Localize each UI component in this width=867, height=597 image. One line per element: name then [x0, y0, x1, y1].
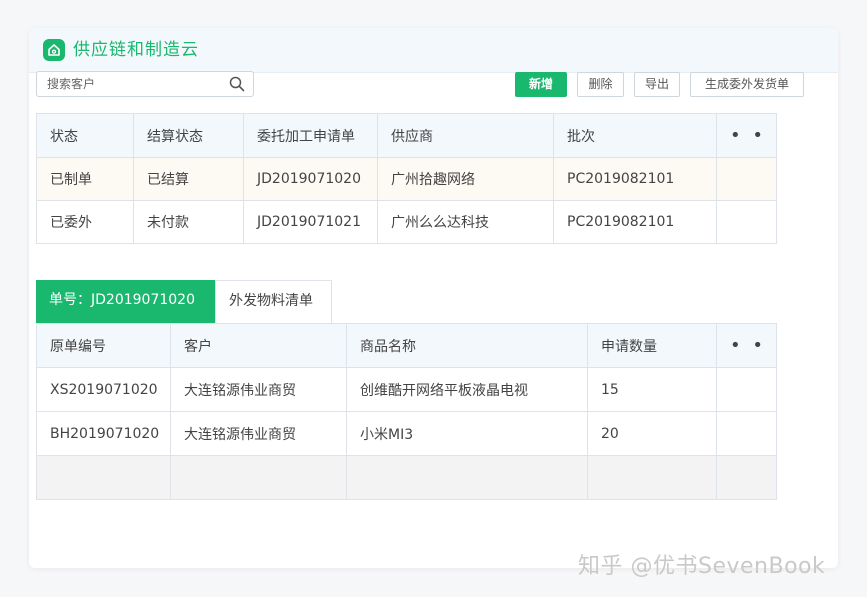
column-header-requested-quantity[interactable]: 申请数量 — [587, 323, 717, 368]
tab-order-number[interactable]: 单号：JD2019071020 — [36, 280, 215, 323]
column-header-product-name[interactable]: 商品名称 — [346, 323, 588, 368]
column-header-processing-request[interactable]: 委托加工申请单 — [243, 113, 378, 158]
home-icon[interactable] — [43, 39, 65, 61]
tab-outsourced-materials[interactable]: 外发物料清单 — [215, 280, 332, 323]
table-cell: 广州拾趣网络 — [377, 157, 554, 201]
column-header-settlement-status[interactable]: 结算状态 — [133, 113, 244, 158]
column-header-customer[interactable]: 客户 — [170, 323, 347, 368]
table-cell: JD2019071020 — [243, 157, 378, 201]
table-cell: 已委外 — [36, 200, 134, 244]
table-row[interactable]: 已委外 未付款 JD2019071021 广州么么达科技 PC201908210… — [36, 200, 777, 244]
search-icon[interactable] — [229, 76, 245, 96]
more-columns-icon[interactable]: • • • — [716, 323, 777, 368]
table-cell: 广州么么达科技 — [377, 200, 554, 244]
table-row[interactable]: BH2019071020 大连铭源伟业商贸 小米MI3 20 — [36, 411, 777, 456]
column-header-supplier[interactable]: 供应商 — [377, 113, 554, 158]
table-cell — [716, 455, 777, 500]
materials-table: 原单编号 客户 商品名称 申请数量 • • • XS2019071020 大连铭… — [36, 323, 777, 500]
table-cell — [36, 455, 171, 500]
table-cell — [170, 455, 347, 500]
watermark: 知乎 @优书SevenBook — [578, 554, 826, 579]
search-box[interactable] — [36, 71, 254, 97]
table-cell — [716, 367, 777, 412]
table-cell: 15 — [587, 367, 717, 412]
table-cell: 未付款 — [133, 200, 244, 244]
column-header-status[interactable]: 状态 — [36, 113, 134, 158]
orders-table: 状态 结算状态 委托加工申请单 供应商 批次 • • • 已制单 已结算 JD2… — [36, 113, 777, 244]
table-cell: 已制单 — [36, 157, 134, 201]
column-header-source-number[interactable]: 原单编号 — [36, 323, 171, 368]
table-header-row: 状态 结算状态 委托加工申请单 供应商 批次 • • • — [36, 113, 777, 158]
search-input[interactable] — [47, 76, 217, 92]
table-cell: PC2019082101 — [553, 157, 717, 201]
new-button[interactable]: 新增 — [515, 72, 567, 97]
table-cell — [716, 157, 777, 201]
table-cell: PC2019082101 — [553, 200, 717, 244]
table-cell — [346, 455, 588, 500]
table-cell: 大连铭源伟业商贸 — [170, 411, 347, 456]
table-cell — [587, 455, 717, 500]
generate-outsource-shipment-button[interactable]: 生成委外发货单 — [690, 72, 804, 97]
app-title: 供应链和制造云 — [73, 40, 199, 60]
table-cell: BH2019071020 — [36, 411, 171, 456]
empty-row[interactable] — [36, 455, 777, 500]
table-header-row: 原单编号 客户 商品名称 申请数量 • • • — [36, 323, 777, 368]
table-cell — [716, 411, 777, 456]
table-row[interactable]: XS2019071020 大连铭源伟业商贸 创维酷开网络平板液晶电视 15 — [36, 367, 777, 412]
table-cell: XS2019071020 — [36, 367, 171, 412]
export-button[interactable]: 导出 — [634, 72, 680, 97]
table-cell: 已结算 — [133, 157, 244, 201]
table-cell: JD2019071021 — [243, 200, 378, 244]
table-cell: 小米MI3 — [346, 411, 588, 456]
table-cell — [716, 200, 777, 244]
top-bar: 供应链和制造云 — [29, 28, 838, 73]
table-cell: 20 — [587, 411, 717, 456]
table-cell: 大连铭源伟业商贸 — [170, 367, 347, 412]
delete-button[interactable]: 删除 — [577, 72, 624, 97]
table-cell: 创维酷开网络平板液晶电视 — [346, 367, 588, 412]
more-columns-icon[interactable]: • • • — [716, 113, 777, 158]
table-row[interactable]: 已制单 已结算 JD2019071020 广州拾趣网络 PC2019082101 — [36, 157, 777, 201]
column-header-batch[interactable]: 批次 — [553, 113, 717, 158]
